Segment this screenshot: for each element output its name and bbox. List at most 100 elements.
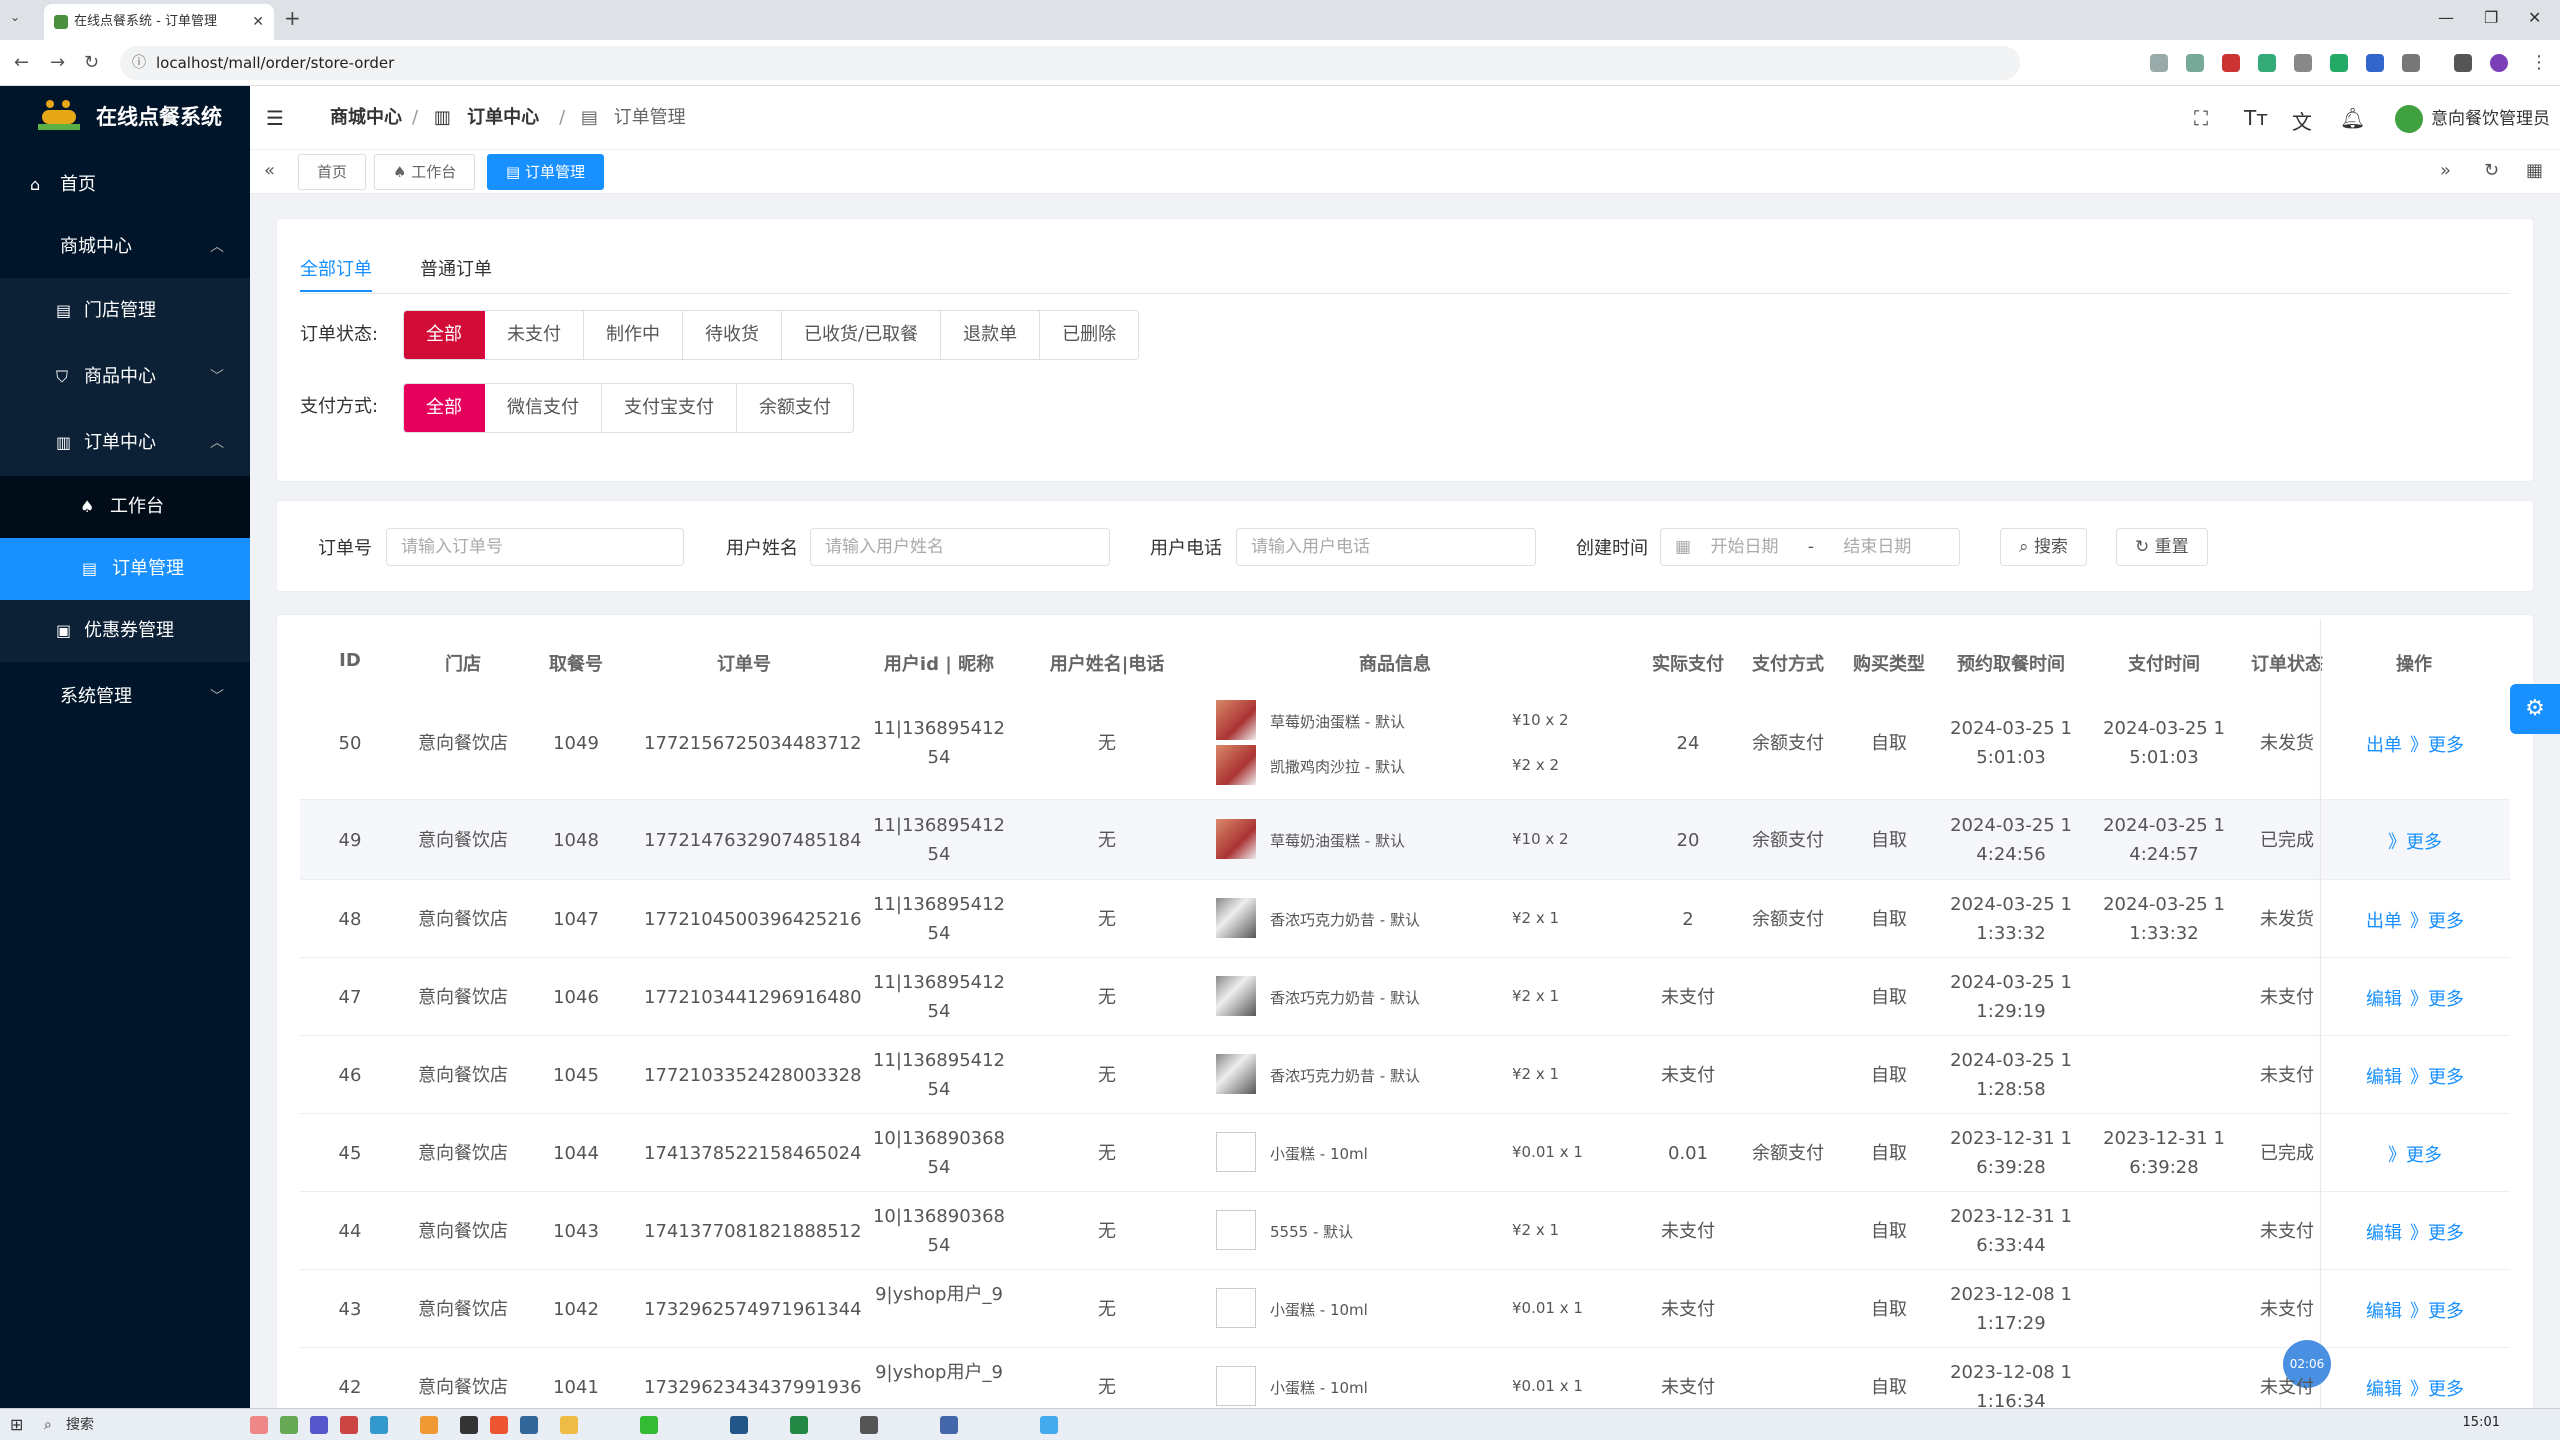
app-icon[interactable] xyxy=(860,1416,878,1434)
status-option[interactable]: 待收货 xyxy=(683,311,782,359)
extension-icon[interactable] xyxy=(2366,54,2384,72)
app-icon[interactable] xyxy=(460,1416,478,1434)
more-link[interactable]: 》更多 xyxy=(2410,1219,2464,1245)
status-option[interactable]: 未支付 xyxy=(485,311,584,359)
app-icon[interactable] xyxy=(370,1416,388,1434)
extension-icon[interactable] xyxy=(2294,54,2312,72)
breadcrumb-item[interactable]: 商城中心 xyxy=(330,107,402,128)
app-icon[interactable] xyxy=(340,1416,358,1434)
tab-all-orders[interactable]: 全部订单 xyxy=(300,250,372,292)
extensions-icon[interactable] xyxy=(2402,54,2420,72)
back-icon[interactable]: ← xyxy=(14,52,29,73)
scroll-left-icon[interactable]: « xyxy=(264,160,275,181)
more-link[interactable]: 》更多 xyxy=(2388,828,2442,854)
app-icon[interactable] xyxy=(940,1416,958,1434)
edit-link[interactable]: 编辑 xyxy=(2366,985,2402,1011)
notification-bell-icon[interactable]: 🔔︎ xyxy=(2340,106,2365,130)
app-icon[interactable] xyxy=(520,1416,538,1434)
more-link[interactable]: 》更多 xyxy=(2410,1375,2464,1401)
close-tab-icon[interactable]: ✕ xyxy=(252,4,264,40)
more-link[interactable]: 》更多 xyxy=(2410,985,2464,1011)
tag-home[interactable]: 首页 xyxy=(298,154,367,190)
more-link[interactable]: 》更多 xyxy=(2410,731,2464,757)
sidebar-item-coupons[interactable]: ▣ 优惠券管理 xyxy=(0,600,250,662)
fullscreen-icon[interactable]: ⛶ xyxy=(2194,106,2208,130)
status-option[interactable]: 全部 xyxy=(404,311,485,359)
more-link[interactable]: 》更多 xyxy=(2410,1063,2464,1089)
reset-button[interactable]: ↻ 重置 xyxy=(2116,528,2208,566)
sidepanel-icon[interactable] xyxy=(2454,54,2472,72)
status-option[interactable]: 制作中 xyxy=(584,311,683,359)
app-icon[interactable] xyxy=(490,1416,508,1434)
scroll-right-icon[interactable]: » xyxy=(2440,160,2451,181)
app-icon[interactable] xyxy=(730,1416,748,1434)
extension-icon[interactable] xyxy=(2330,54,2348,72)
more-link[interactable]: 》更多 xyxy=(2388,1141,2442,1167)
minimize-icon[interactable]: — xyxy=(2438,8,2454,27)
sidebar-item-workbench[interactable]: ♠ 工作台 xyxy=(0,476,250,538)
sidebar-item-order-center[interactable]: ▥ 订单中心 ︿ xyxy=(0,410,250,476)
maximize-icon[interactable]: ❐ xyxy=(2484,8,2498,27)
translate-icon[interactable]: 文 xyxy=(2292,106,2312,135)
more-link[interactable]: 》更多 xyxy=(2410,1297,2464,1323)
grid-menu-icon[interactable]: ▦ xyxy=(2526,160,2543,181)
chrome-icon[interactable] xyxy=(420,1416,438,1434)
site-info-icon[interactable]: ⓘ xyxy=(132,46,146,80)
app-icon[interactable] xyxy=(280,1416,298,1434)
wechat-icon[interactable] xyxy=(640,1416,658,1434)
sidebar-item-home[interactable]: ⌂ 首页 xyxy=(0,154,250,216)
app-icon[interactable] xyxy=(310,1416,328,1434)
font-size-icon[interactable]: Tт xyxy=(2244,106,2268,130)
status-option[interactable]: 退款单 xyxy=(941,311,1041,359)
date-range-picker[interactable]: ▦ 开始日期 - 结束日期 xyxy=(1660,528,1960,566)
close-window-icon[interactable]: ✕ xyxy=(2528,8,2541,27)
tab-normal-orders[interactable]: 普通订单 xyxy=(420,250,492,290)
pay-option[interactable]: 微信支付 xyxy=(485,384,602,432)
settings-gear-icon[interactable]: ⚙ xyxy=(2510,684,2560,734)
edit-link[interactable]: 编辑 xyxy=(2366,1297,2402,1323)
sidebar-item-products[interactable]: ⛉ 商品中心 ﹀ xyxy=(0,344,250,410)
browser-menu-icon[interactable]: ⋮ xyxy=(2530,52,2548,73)
pay-option[interactable]: 全部 xyxy=(404,384,485,432)
forward-icon[interactable]: → xyxy=(50,52,65,73)
status-option[interactable]: 已收货/已取餐 xyxy=(782,311,942,359)
extension-icon[interactable] xyxy=(2222,54,2240,72)
more-link[interactable]: 》更多 xyxy=(2410,907,2464,933)
windows-start-icon[interactable]: ⊞ xyxy=(10,1415,23,1434)
app-icon[interactable] xyxy=(790,1416,808,1434)
tab-list-icon[interactable]: ⌄ xyxy=(10,10,20,24)
url-input[interactable]: ⓘ localhost/mall/order/store-order xyxy=(120,46,2020,80)
app-icon[interactable] xyxy=(250,1416,268,1434)
search-button[interactable]: ⌕ 搜索 xyxy=(2000,528,2087,566)
user-menu[interactable]: 意向餐饮管理员 xyxy=(2395,104,2550,133)
edit-link[interactable]: 编辑 xyxy=(2366,1063,2402,1089)
menu-toggle-icon[interactable]: ☰ xyxy=(266,106,284,130)
browser-tab[interactable]: 在线点餐系统 - 订单管理 ✕ xyxy=(44,4,274,40)
extension-icon[interactable] xyxy=(2258,54,2276,72)
tag-workbench[interactable]: ♠ 工作台 xyxy=(374,154,476,190)
status-option[interactable]: 已删除 xyxy=(1040,311,1139,359)
pay-option[interactable]: 支付宝支付 xyxy=(602,384,737,432)
sidebar-item-store[interactable]: ▤ 门店管理 xyxy=(0,278,250,344)
user-phone-input[interactable]: 请输入用户电话 xyxy=(1236,528,1536,566)
sidebar-item-order-mgmt[interactable]: ▤ 订单管理 xyxy=(0,538,250,600)
folder-icon[interactable] xyxy=(560,1416,578,1434)
taskbar-search[interactable]: ⌕ 搜索 xyxy=(40,1413,240,1437)
profile-avatar[interactable] xyxy=(2490,54,2508,72)
sidebar-item-system[interactable]: 系统管理 ﹀ xyxy=(0,666,250,728)
tag-order-mgmt[interactable]: ▤ 订单管理 xyxy=(487,154,604,190)
new-tab-icon[interactable]: + xyxy=(284,6,301,30)
user-name-input[interactable]: 请输入用户姓名 xyxy=(810,528,1110,566)
edit-link[interactable]: 编辑 xyxy=(2366,1375,2402,1401)
refresh-icon[interactable]: ↻ xyxy=(2484,160,2499,181)
extension-icon[interactable] xyxy=(2186,54,2204,72)
pay-option[interactable]: 余额支付 xyxy=(737,384,853,432)
breadcrumb-item[interactable]: ▥ 订单中心 xyxy=(434,107,549,128)
extension-icon[interactable] xyxy=(2150,54,2168,72)
app-icon[interactable] xyxy=(1040,1416,1058,1434)
order-no-input[interactable]: 请输入订单号 xyxy=(386,528,684,566)
issue-order-link[interactable]: 出单 xyxy=(2366,907,2402,933)
reload-icon[interactable]: ↻ xyxy=(84,52,99,73)
issue-order-link[interactable]: 出单 xyxy=(2366,731,2402,757)
edit-link[interactable]: 编辑 xyxy=(2366,1219,2402,1245)
